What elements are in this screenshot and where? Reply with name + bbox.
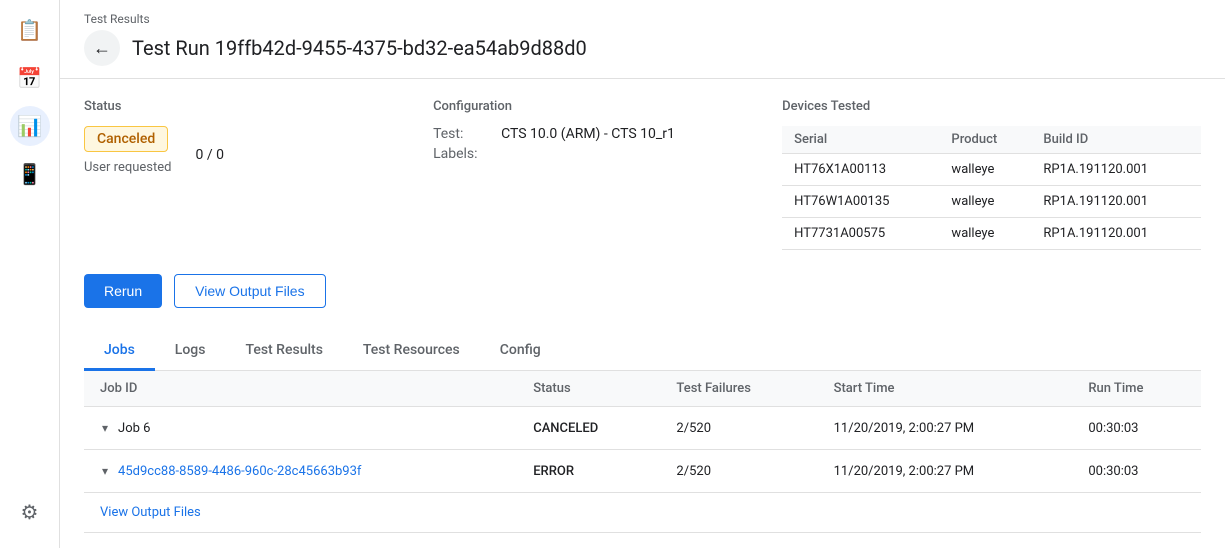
devices-col: Devices Tested Serial Product Build ID H… (782, 99, 1201, 250)
job-run-time: 00:30:03 (1072, 407, 1201, 450)
device-product: walleye (939, 186, 1031, 218)
view-output-row: View Output Files (84, 493, 1201, 533)
status-badge: Canceled (84, 126, 168, 152)
config-test-val: CTS 10.0 (ARM) - CTS 10_r1 (501, 126, 675, 142)
status-sub: User requested (84, 160, 171, 175)
page-title: Test Run 19ffb42d-9455-4375-bd32-ea54ab9… (132, 36, 587, 60)
device-product: walleye (939, 154, 1031, 186)
jobs-col-job-id: Job ID (84, 371, 517, 407)
tabs-bar: JobsLogsTest ResultsTest ResourcesConfig (84, 332, 1201, 371)
tab-logs[interactable]: Logs (155, 332, 226, 371)
main-content: Test Results ← Test Run 19ffb42d-9455-43… (60, 0, 1225, 548)
info-section: Status Canceled User requested 0 / 0 Con… (84, 99, 1201, 250)
device-buildid: RP1A.191120.001 (1031, 218, 1201, 250)
expand-button[interactable]: ▾ (100, 462, 110, 480)
breadcrumb: Test Results (84, 12, 1201, 26)
page-header: Test Results ← Test Run 19ffb42d-9455-43… (60, 0, 1225, 79)
view-output-button[interactable]: View Output Files (174, 274, 325, 308)
tab-jobs[interactable]: Jobs (84, 332, 155, 371)
config-labels-key: Labels: (433, 146, 493, 162)
jobs-col-status: Status (517, 371, 660, 407)
devices-col-buildid: Build ID (1031, 126, 1201, 154)
config-col: Configuration Test: CTS 10.0 (ARM) - CTS… (433, 99, 782, 250)
sidebar-icon-phone[interactable]: 📱 (10, 154, 50, 194)
job-start-time: 11/20/2019, 2:00:27 PM (818, 407, 1073, 450)
job-status: ERROR (517, 450, 660, 493)
jobs-col-test-failures: Test Failures (660, 371, 817, 407)
device-serial: HT76X1A00113 (782, 154, 939, 186)
device-row: HT76W1A00135 walleye RP1A.191120.001 (782, 186, 1201, 218)
status-label: Status (84, 99, 433, 114)
back-button[interactable]: ← (84, 30, 120, 66)
job-row: ▾ Job 6 CANCELED 2/520 11/20/2019, 2:00:… (84, 407, 1201, 450)
progress-text: 0 / 0 (195, 147, 223, 163)
job-id: Job 6 (118, 421, 150, 436)
devices-label: Devices Tested (782, 99, 1201, 114)
status-col: Status Canceled User requested 0 / 0 (84, 99, 433, 250)
title-row: ← Test Run 19ffb42d-9455-4375-bd32-ea54a… (84, 30, 1201, 66)
devices-col-serial: Serial (782, 126, 939, 154)
job-id-cell: ▾ Job 6 (84, 407, 517, 450)
jobs-table: Job IDStatusTest FailuresStart TimeRun T… (84, 371, 1201, 533)
sidebar-icon-calendar[interactable]: 📅 (10, 58, 50, 98)
devices-col-product: Product (939, 126, 1031, 154)
device-buildid: RP1A.191120.001 (1031, 154, 1201, 186)
content-area: Status Canceled User requested 0 / 0 Con… (60, 79, 1225, 548)
tab-config[interactable]: Config (480, 332, 561, 371)
config-test-row: Test: CTS 10.0 (ARM) - CTS 10_r1 (433, 126, 782, 142)
action-row: Rerun View Output Files (84, 274, 1201, 308)
device-row: HT76X1A00113 walleye RP1A.191120.001 (782, 154, 1201, 186)
tab-test-resources[interactable]: Test Resources (343, 332, 480, 371)
job-id-cell: ▾ 45d9cc88-8589-4486-960c-28c45663b93f (84, 450, 517, 493)
jobs-col-start-time: Start Time (818, 371, 1073, 407)
jobs-col-run-time: Run Time (1072, 371, 1201, 407)
back-icon: ← (93, 38, 111, 59)
sub-job-id[interactable]: 45d9cc88-8589-4486-960c-28c45663b93f (118, 464, 361, 479)
job-row: ▾ 45d9cc88-8589-4486-960c-28c45663b93f E… (84, 450, 1201, 493)
device-product: walleye (939, 218, 1031, 250)
device-serial: HT76W1A00135 (782, 186, 939, 218)
expand-button[interactable]: ▾ (100, 419, 110, 437)
config-test-key: Test: (433, 126, 493, 142)
device-row: HT7731A00575 walleye RP1A.191120.001 (782, 218, 1201, 250)
config-labels-row: Labels: (433, 146, 782, 162)
sidebar-icon-barchart[interactable]: 📊 (10, 106, 50, 146)
sidebar: 📋 📅 📊 📱 ⚙ (0, 0, 60, 548)
config-label: Configuration (433, 99, 782, 114)
job-status: CANCELED (517, 407, 660, 450)
sidebar-icon-settings[interactable]: ⚙ (10, 492, 50, 532)
job-run-time: 00:30:03 (1072, 450, 1201, 493)
job-test-failures: 2/520 (660, 450, 817, 493)
device-buildid: RP1A.191120.001 (1031, 186, 1201, 218)
sidebar-icon-clipboard[interactable]: 📋 (10, 10, 50, 50)
device-serial: HT7731A00575 (782, 218, 939, 250)
devices-table: Serial Product Build ID HT76X1A00113 wal… (782, 126, 1201, 250)
view-output-files-link[interactable]: View Output Files (100, 505, 201, 520)
job-test-failures: 2/520 (660, 407, 817, 450)
job-start-time: 11/20/2019, 2:00:27 PM (818, 450, 1073, 493)
rerun-button[interactable]: Rerun (84, 274, 162, 308)
tab-test-results[interactable]: Test Results (225, 332, 342, 371)
